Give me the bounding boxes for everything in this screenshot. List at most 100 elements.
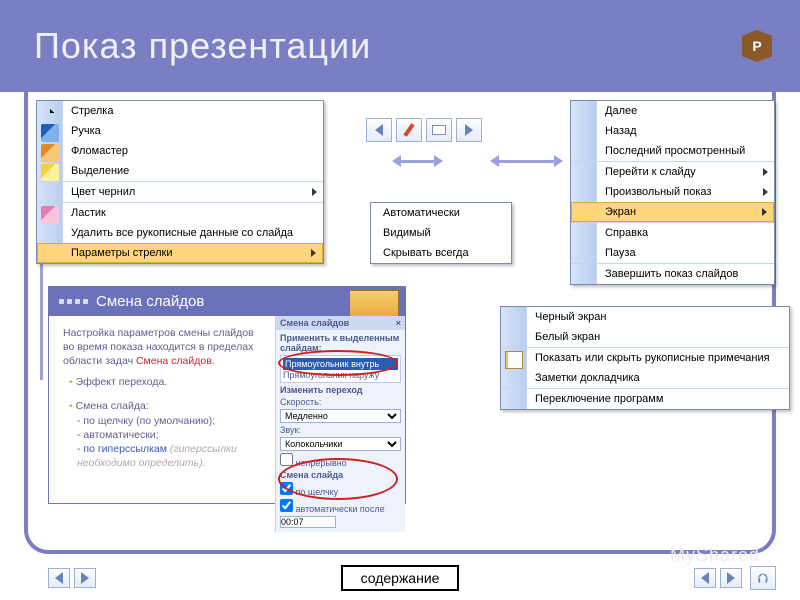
label: Произвольный показ bbox=[605, 186, 711, 198]
ctx-pause[interactable]: Пауза bbox=[571, 243, 774, 263]
arrow-right-icon bbox=[465, 124, 473, 136]
label: Пауза bbox=[605, 247, 636, 259]
menu-item-marker[interactable]: Фломастер bbox=[37, 141, 323, 161]
label: Удалить все рукописные данные со слайда bbox=[71, 227, 293, 239]
label: Скрывать всегда bbox=[383, 247, 469, 259]
menu-item-eraser[interactable]: Ластик bbox=[37, 202, 323, 223]
next-button[interactable] bbox=[456, 118, 482, 142]
screen-speaker-notes[interactable]: Заметки докладчика bbox=[501, 368, 789, 388]
prev-button[interactable] bbox=[366, 118, 392, 142]
label: Цвет чернил bbox=[71, 186, 135, 198]
slide-icon bbox=[432, 125, 446, 135]
arrow-options-submenu: Автоматически Видимый Скрывать всегда bbox=[370, 202, 512, 264]
footer-next2-button[interactable] bbox=[720, 568, 742, 588]
change-label: Изменить переход bbox=[280, 385, 401, 395]
arrow-left-icon bbox=[55, 572, 63, 584]
pane-title: Смена слайдов bbox=[280, 318, 349, 328]
chevron-right-icon bbox=[311, 249, 316, 257]
label: Заметки докладчика bbox=[535, 372, 640, 384]
label: Ручка bbox=[71, 125, 101, 137]
label: Показать или скрыть рукописные примечани… bbox=[535, 352, 770, 364]
label: Видимый bbox=[383, 227, 431, 239]
sound-select[interactable]: Колокольчики bbox=[280, 437, 401, 451]
submenu-item-visible[interactable]: Видимый bbox=[371, 223, 511, 243]
label: Черный экран bbox=[535, 311, 606, 323]
slide-button[interactable] bbox=[426, 118, 452, 142]
panel-heading: Смена слайдов bbox=[49, 287, 405, 316]
slide-change-panel: Смена слайдов Настройка параметров смены… bbox=[48, 286, 406, 504]
notes-icon bbox=[505, 351, 523, 369]
arrowhead-icon bbox=[554, 155, 563, 167]
label: Последний просмотренный bbox=[605, 145, 745, 157]
label: Экран bbox=[605, 206, 636, 218]
ctx-next[interactable]: Далее bbox=[571, 101, 774, 121]
label: Завершить показ слайдов bbox=[605, 268, 738, 280]
connector bbox=[498, 160, 556, 163]
screen-ink-notes[interactable]: Показать или скрыть рукописные примечани… bbox=[501, 347, 789, 368]
highlighter-icon bbox=[41, 164, 59, 182]
menu-item-erase-all[interactable]: Удалить все рукописные данные со слайда bbox=[37, 223, 323, 243]
home-button[interactable]: ⮉ bbox=[750, 566, 776, 590]
submenu-item-hide[interactable]: Скрывать всегда bbox=[371, 243, 511, 263]
dots-icon bbox=[59, 299, 88, 304]
pen-icon bbox=[403, 123, 414, 137]
pointer-menu: Стрелка Ручка Фломастер Выделение Цвет ч… bbox=[36, 100, 324, 264]
loop-checkbox[interactable] bbox=[280, 453, 293, 466]
menu-item-arrow[interactable]: Стрелка bbox=[37, 101, 323, 121]
menu-item-arrow-options[interactable]: Параметры стрелки bbox=[37, 243, 323, 263]
panel-text: Настройка параметров смены слайдов во вр… bbox=[49, 316, 275, 532]
screen-white[interactable]: Белый экран bbox=[501, 327, 789, 347]
footer-next-button[interactable] bbox=[74, 568, 96, 588]
ctx-help[interactable]: Справка bbox=[571, 222, 774, 243]
arrow-right-icon bbox=[81, 572, 89, 584]
pen-icon bbox=[41, 124, 59, 142]
ctx-goto[interactable]: Перейти к слайду bbox=[571, 161, 774, 182]
ctx-last[interactable]: Последний просмотренный bbox=[571, 141, 774, 161]
contents-button[interactable]: содержание bbox=[341, 565, 460, 591]
submenu-item-auto[interactable]: Автоматически bbox=[371, 203, 511, 223]
panel-title: Смена слайдов bbox=[96, 293, 204, 310]
label: Назад bbox=[605, 125, 637, 137]
time-input[interactable] bbox=[280, 516, 336, 528]
label: Фломастер bbox=[71, 145, 128, 157]
label: Белый экран bbox=[535, 331, 600, 343]
ctx-back[interactable]: Назад bbox=[571, 121, 774, 141]
label: Параметры стрелки bbox=[71, 247, 172, 259]
cursor-icon bbox=[41, 104, 59, 122]
chevron-right-icon bbox=[312, 188, 317, 196]
label: Далее bbox=[605, 105, 637, 117]
chevron-right-icon bbox=[763, 188, 768, 196]
autoafter-checkbox[interactable] bbox=[280, 499, 293, 512]
footer: содержание ⮉ bbox=[0, 562, 800, 594]
label: Переключение программ bbox=[535, 393, 663, 405]
annotation-circle bbox=[278, 458, 398, 500]
chevron-right-icon bbox=[763, 168, 768, 176]
pen-tool-button[interactable] bbox=[396, 118, 422, 142]
footer-prev2-button[interactable] bbox=[694, 568, 716, 588]
ctx-screen[interactable]: Экран bbox=[571, 202, 774, 222]
badge-icon: P bbox=[742, 30, 772, 62]
screen-black[interactable]: Черный экран bbox=[501, 307, 789, 327]
close-icon[interactable]: × bbox=[396, 318, 401, 328]
marker-icon bbox=[41, 144, 59, 162]
ctx-custom[interactable]: Произвольный показ bbox=[571, 182, 774, 202]
label: Выделение bbox=[71, 165, 129, 177]
connector bbox=[400, 160, 436, 163]
ctx-end[interactable]: Завершить показ слайдов bbox=[571, 263, 774, 284]
menu-item-pen[interactable]: Ручка bbox=[37, 121, 323, 141]
arrow-left-icon bbox=[701, 572, 709, 584]
arrowhead-icon bbox=[434, 155, 443, 167]
label: Справка bbox=[605, 227, 648, 239]
annotation-circle bbox=[278, 350, 398, 376]
footer-prev-button[interactable] bbox=[48, 568, 70, 588]
context-menu: Далее Назад Последний просмотренный Пере… bbox=[570, 100, 775, 285]
arrowhead-icon bbox=[392, 155, 401, 167]
eraser-icon bbox=[41, 206, 59, 224]
page-title: Показ презентации bbox=[34, 25, 371, 67]
menu-item-highlight[interactable]: Выделение bbox=[37, 161, 323, 181]
screen-switch[interactable]: Переключение программ bbox=[501, 388, 789, 409]
arrowhead-icon bbox=[490, 155, 499, 167]
menu-item-ink-color[interactable]: Цвет чернил bbox=[37, 181, 323, 202]
label: Автоматически bbox=[383, 207, 460, 219]
speed-select[interactable]: Медленно bbox=[280, 409, 401, 423]
